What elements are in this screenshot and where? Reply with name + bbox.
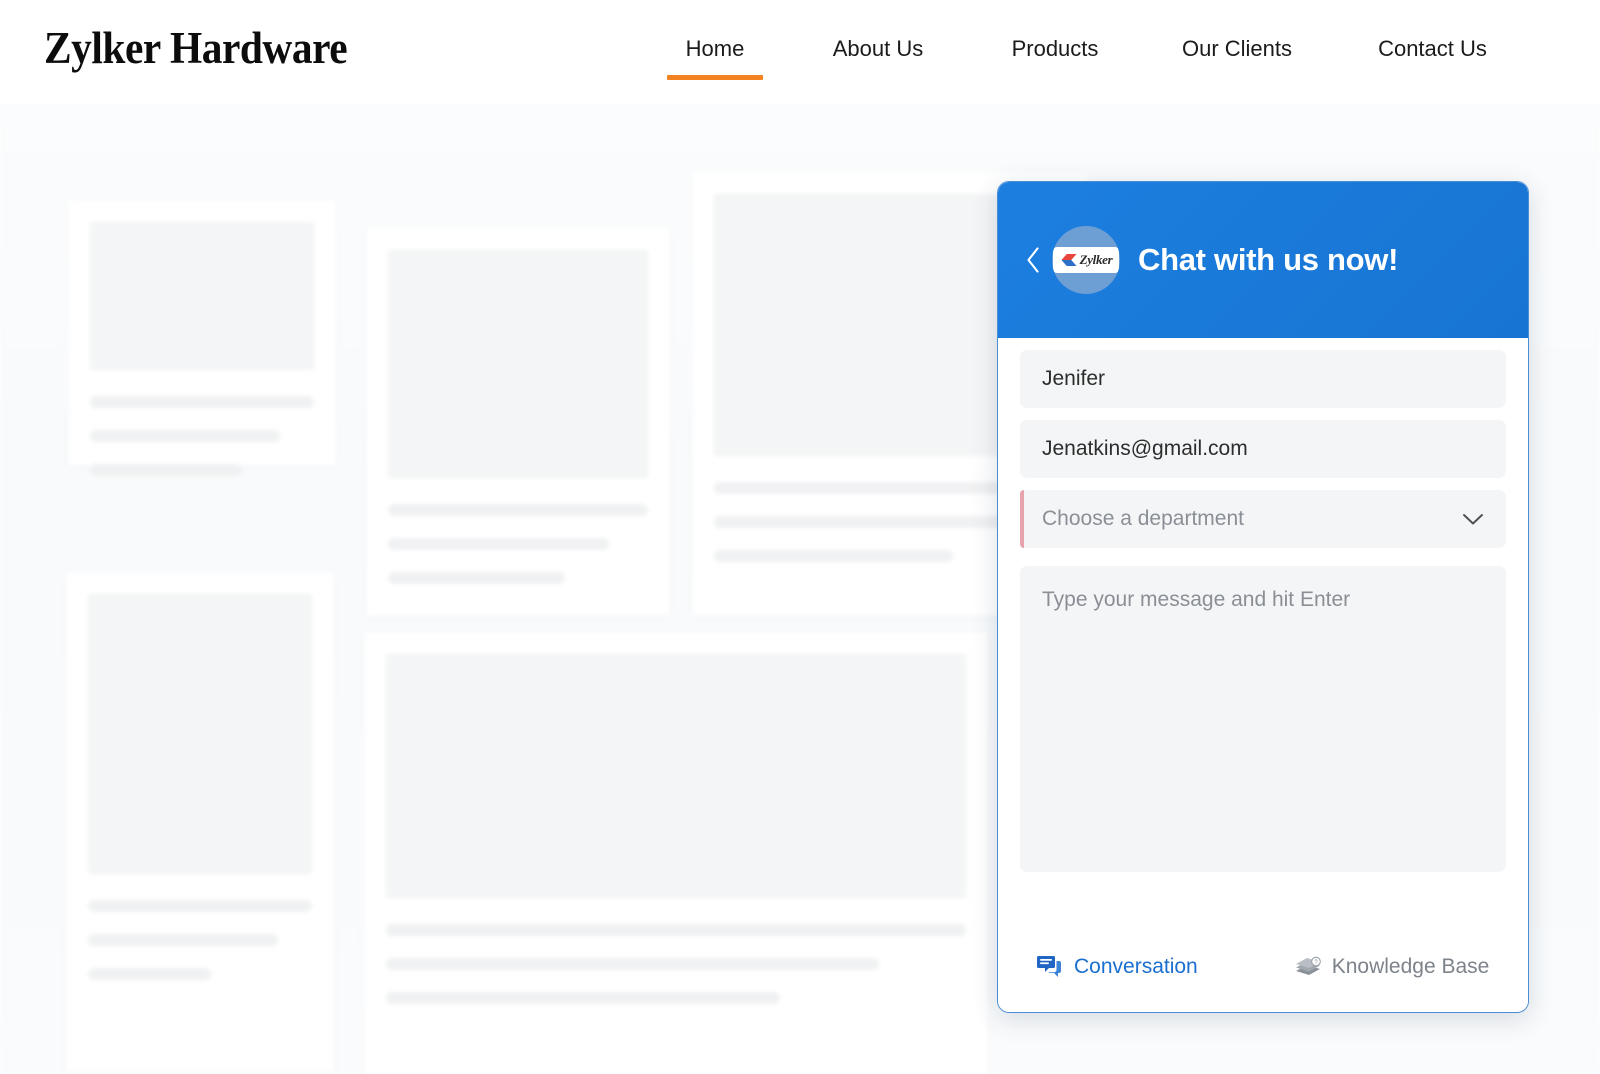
main-navigation: Home About Us Products Our Clients Conta… — [640, 36, 1535, 80]
nav-item-products[interactable]: Products — [966, 36, 1144, 80]
site-logo[interactable]: Zylker Hardware — [44, 22, 348, 74]
skeleton-image — [88, 594, 312, 874]
zylker-mark-icon — [1061, 254, 1077, 266]
skeleton-card — [364, 632, 988, 1074]
chevron-down-icon[interactable] — [1462, 513, 1484, 526]
name-field[interactable]: Jenifer — [1020, 350, 1506, 408]
name-field-value: Jenifer — [1042, 367, 1106, 390]
message-input[interactable]: Type your message and hit Enter — [1020, 566, 1506, 872]
chat-widget-footer: Conversation ? Knowledge Base — [998, 928, 1528, 1012]
nav-item-contact-us[interactable]: Contact Us — [1330, 36, 1535, 80]
skeleton-card — [68, 200, 336, 476]
chat-widget: Zylker Chat with us now! Jenifer Jenatki… — [997, 181, 1529, 1013]
avatar: Zylker — [1052, 226, 1120, 294]
tab-knowledge-base-label: Knowledge Base — [1331, 955, 1490, 978]
skeleton-card — [66, 572, 334, 1072]
skeleton-text-lines — [386, 924, 966, 1004]
nav-item-our-clients[interactable]: Our Clients — [1144, 36, 1330, 80]
tab-conversation[interactable]: Conversation — [1036, 955, 1198, 979]
nav-item-about-us[interactable]: About Us — [790, 36, 966, 80]
skeleton-text-lines — [90, 396, 314, 476]
message-input-placeholder: Type your message and hit Enter — [1042, 588, 1351, 611]
chat-widget-body: Jenifer Jenatkins@gmail.com Choose a dep… — [998, 338, 1528, 928]
chat-widget-header: Zylker Chat with us now! — [998, 182, 1528, 338]
department-select-placeholder: Choose a department — [1042, 507, 1244, 530]
tab-knowledge-base[interactable]: ? Knowledge Base — [1294, 955, 1490, 979]
nav-item-home[interactable]: Home — [640, 36, 790, 80]
department-select[interactable]: Choose a department — [1020, 490, 1506, 548]
zylker-logo-text: Zylker — [1079, 252, 1113, 267]
chat-widget-title: Chat with us now! — [1138, 242, 1399, 277]
skeleton-text-lines — [88, 900, 312, 980]
skeleton-image — [388, 250, 648, 478]
tab-conversation-label: Conversation — [1074, 955, 1198, 978]
books-stack-icon: ? — [1294, 955, 1321, 979]
site-header: Zylker Hardware Home About Us Products O… — [0, 0, 1600, 104]
email-field-value: Jenatkins@gmail.com — [1042, 437, 1248, 460]
skeleton-image — [90, 222, 314, 370]
skeleton-text-lines — [388, 504, 648, 584]
chevron-left-icon[interactable] — [1018, 238, 1048, 282]
zylker-logo-badge: Zylker — [1053, 247, 1119, 273]
skeleton-card — [366, 228, 670, 616]
chat-bubble-icon — [1036, 955, 1062, 979]
skeleton-image — [386, 654, 966, 898]
email-field[interactable]: Jenatkins@gmail.com — [1020, 420, 1506, 478]
